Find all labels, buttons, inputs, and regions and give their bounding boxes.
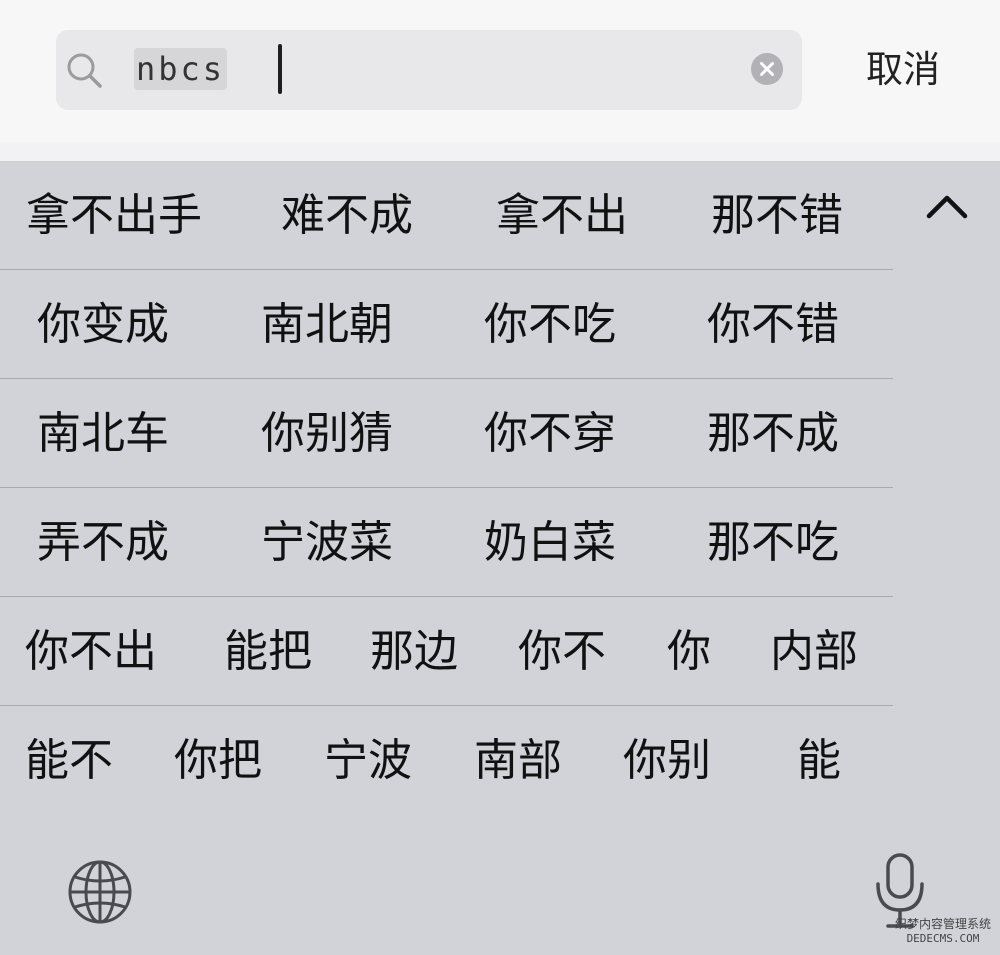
globe-icon[interactable] xyxy=(66,858,134,926)
candidate-word[interactable]: 能不 xyxy=(25,707,113,815)
candidate-word[interactable]: 你把 xyxy=(174,707,262,815)
candidate-word[interactable]: 难不成 xyxy=(281,162,413,270)
candidate-word[interactable]: 拿不出 xyxy=(496,162,628,270)
candidate-word[interactable]: 你不错 xyxy=(707,271,839,379)
candidate-word[interactable]: 南北车 xyxy=(37,380,169,488)
row-divider xyxy=(0,596,893,597)
candidate-word[interactable]: 那不错 xyxy=(711,162,843,270)
candidate-word[interactable]: 你不 xyxy=(518,598,606,706)
search-bar: nbcs 取消 xyxy=(0,0,1000,142)
candidate-word[interactable]: 南部 xyxy=(474,707,562,815)
candidate-word[interactable]: 你别猜 xyxy=(261,380,393,488)
candidate-word[interactable]: 你 xyxy=(667,598,711,706)
chevron-up-icon[interactable] xyxy=(920,180,974,234)
candidate-row: 拿不出手 难不成 拿不出 那不错 xyxy=(0,162,893,270)
candidate-row: 你不出 能把 那边 你不 你 内部 xyxy=(0,598,893,706)
watermark: 织梦内容管理系统 DEDECMS.COM xyxy=(888,918,998,944)
candidate-word[interactable]: 宁波菜 xyxy=(261,489,393,597)
candidate-word[interactable]: 能把 xyxy=(224,598,312,706)
candidate-row: 你变成 南北朝 你不吃 你不错 xyxy=(0,271,893,379)
search-icon xyxy=(67,53,102,88)
search-input[interactable]: nbcs xyxy=(134,48,228,90)
search-field[interactable]: nbcs xyxy=(56,30,802,110)
watermark-line: DEDECMS.COM xyxy=(906,932,980,945)
candidate-word[interactable]: 宁波 xyxy=(324,707,412,815)
candidate-word[interactable]: 能 xyxy=(797,707,841,815)
candidate-word[interactable]: 你不吃 xyxy=(484,271,616,379)
candidate-word[interactable]: 那不成 xyxy=(707,380,839,488)
candidate-word[interactable]: 你别 xyxy=(623,707,711,815)
text-cursor xyxy=(278,44,282,94)
row-divider xyxy=(0,705,893,706)
candidate-word[interactable]: 奶白菜 xyxy=(484,489,616,597)
candidate-word[interactable]: 你不出 xyxy=(25,598,157,706)
candidate-row: 弄不成 宁波菜 奶白菜 那不吃 xyxy=(0,489,893,597)
candidate-word[interactable]: 拿不出手 xyxy=(26,162,202,270)
watermark-line: 织梦内容管理系统 xyxy=(894,917,991,931)
row-divider xyxy=(0,378,893,379)
header-divider xyxy=(0,142,1000,162)
candidate-word[interactable]: 你不穿 xyxy=(484,380,616,488)
candidate-row: 南北车 你别猜 你不穿 那不成 xyxy=(0,380,893,488)
ime-search-screen: nbcs 取消 拿不出手 难不成 拿不出 那不错 你变成 南北朝 你不吃 你不错… xyxy=(0,0,1000,955)
candidate-word[interactable]: 那边 xyxy=(370,598,458,706)
candidate-word[interactable]: 南北朝 xyxy=(261,271,393,379)
row-divider xyxy=(0,269,893,270)
candidate-word[interactable]: 那不吃 xyxy=(707,489,839,597)
candidate-word[interactable]: 你变成 xyxy=(37,271,169,379)
cancel-button[interactable]: 取消 xyxy=(866,44,956,96)
candidate-row: 能不 你把 宁波 南部 你别 能 xyxy=(0,707,893,815)
row-divider xyxy=(0,487,893,488)
candidate-word[interactable]: 内部 xyxy=(770,598,858,706)
clear-icon[interactable] xyxy=(750,52,784,86)
candidate-word[interactable]: 弄不成 xyxy=(37,489,169,597)
